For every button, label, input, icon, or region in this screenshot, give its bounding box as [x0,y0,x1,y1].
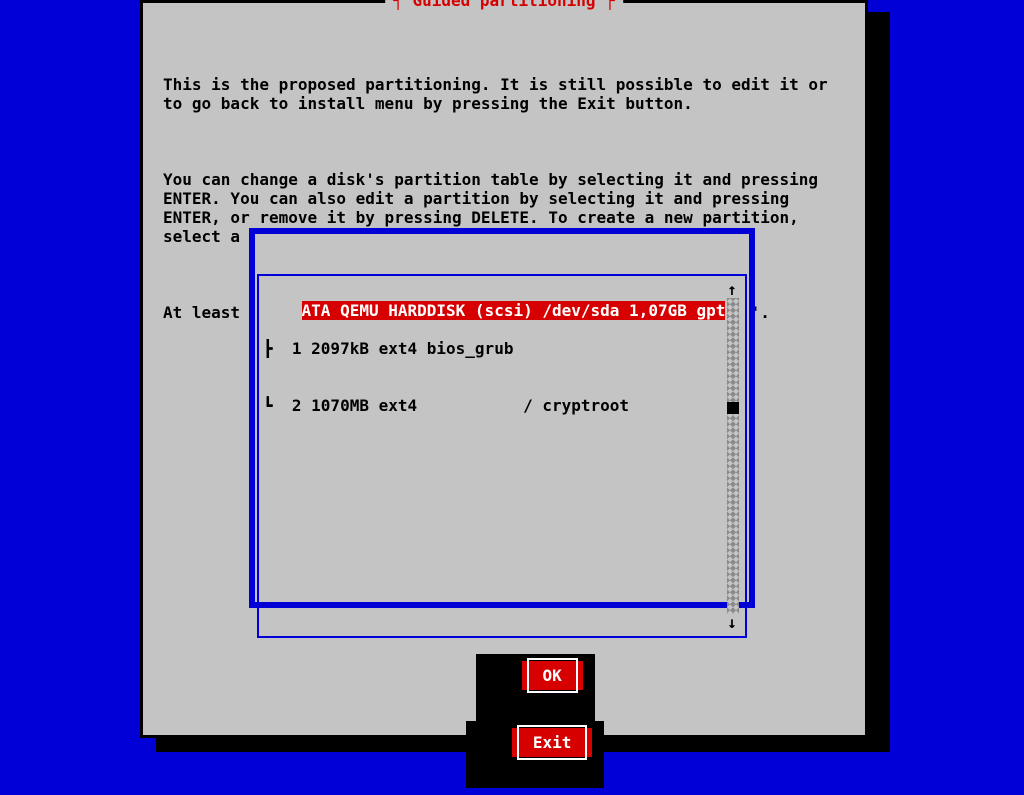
exit-button-wrapper: Exit [454,709,592,776]
scroll-thumb[interactable] [727,402,739,414]
scroll-track[interactable] [727,298,739,614]
exit-button[interactable]: Exit [512,728,593,757]
dialog-title: ┤ Guided partitioning ├ [385,0,623,10]
scroll-down-icon[interactable]: ↓ [725,613,739,632]
partition-listbox-inner: ATA QEMU HARDDISK (scsi) /dev/sda 1,07GB… [257,274,747,638]
instructions-para-1: This is the proposed partitioning. It is… [163,75,845,113]
exit-button-label: Exit [517,725,588,760]
partition-row-2[interactable]: ┗ 2 1070MB ext4 / cryptroot [263,396,717,415]
scroll-up-icon[interactable]: ↑ [725,280,739,299]
ok-button-label: OK [527,658,578,693]
partition-row-1[interactable]: ┣ 1 2097kB ext4 bios_grub [263,339,717,358]
disk-row-sda[interactable]: ATA QEMU HARDDISK (scsi) /dev/sda 1,07GB… [302,301,726,320]
partition-listbox[interactable]: ATA QEMU HARDDISK (scsi) /dev/sda 1,07GB… [249,228,755,608]
ok-button[interactable]: OK [522,661,583,690]
